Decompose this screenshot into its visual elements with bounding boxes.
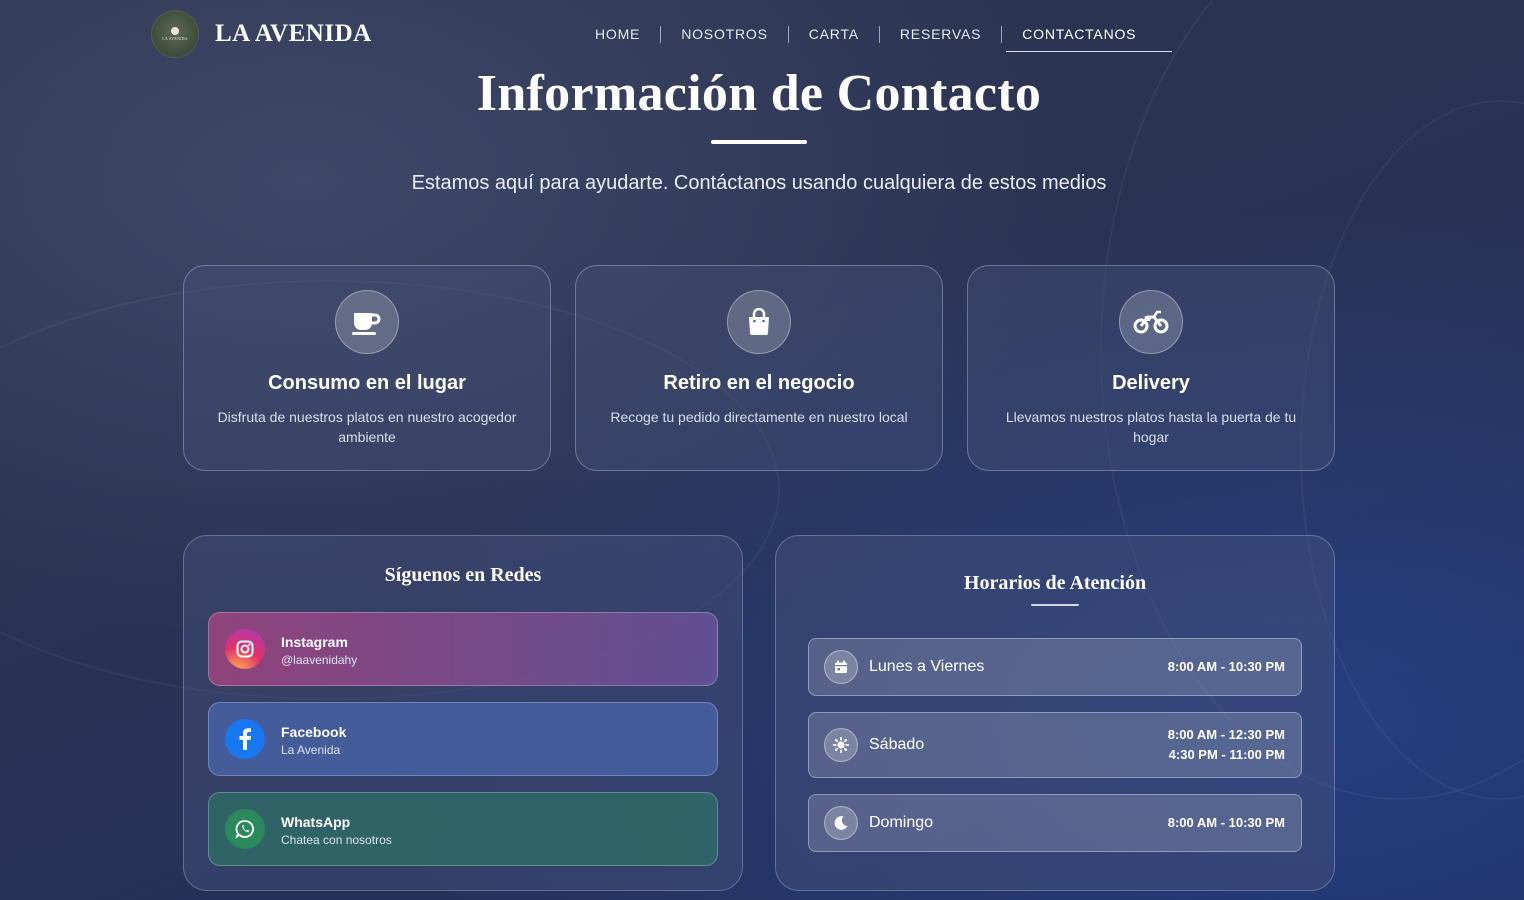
service-card-pickup: Retiro en el negocio Recoge tu pedido di…: [575, 265, 943, 471]
service-description: Recoge tu pedido directamente en nuestro…: [610, 409, 908, 425]
title-underline: [711, 140, 807, 144]
hours-time: 8:00 AM - 10:30 PM: [1167, 659, 1285, 674]
social-name: Facebook: [281, 724, 347, 740]
social-handle: @laavenidahy: [281, 653, 358, 667]
hours-row-weekdays: Lunes a Viernes 8:00 AM - 10:30 PM: [808, 638, 1302, 696]
nav-item-nosotros[interactable]: NOSOTROS: [661, 24, 788, 44]
hours-times: 8:00 AM - 12:30 PM 4:30 PM - 11:00 PM: [1168, 725, 1285, 765]
hours-title-underline: [1031, 604, 1079, 606]
service-title: Retiro en el negocio: [663, 372, 855, 394]
hours-panel: Horarios de Atención Lunes a Viernes 8:0…: [775, 535, 1335, 891]
shopping-bag-icon: [727, 290, 791, 354]
logo-emblem-icon: [171, 27, 179, 35]
logo[interactable]: LA AVENIDA: [151, 10, 199, 58]
service-description: Llevamos nuestros platos hasta la puerta…: [1005, 409, 1297, 445]
sun-icon: [824, 728, 858, 762]
logo-text: LA AVENIDA: [162, 36, 188, 41]
social-link-whatsapp[interactable]: WhatsApp Chatea con nosotros: [208, 792, 718, 866]
nav-menu: HOME NOSOTROS CARTA RESERVAS CONTACTANOS: [575, 24, 1173, 52]
hours-day: Sábado: [869, 736, 925, 753]
service-title: Consumo en el lugar: [268, 372, 466, 394]
page-subtitle: Estamos aquí para ayudarte. Contáctanos …: [411, 172, 1107, 194]
motorcycle-icon: [1119, 290, 1183, 354]
hours-time: 4:30 PM - 11:00 PM: [1168, 747, 1285, 762]
service-card-delivery: Delivery Llevamos nuestros platos hasta …: [967, 265, 1335, 471]
hours-day: Domingo: [869, 814, 934, 831]
nav-item-contactanos[interactable]: CONTACTANOS: [1002, 24, 1173, 52]
hours-title: Horarios de Atención: [963, 572, 1147, 594]
social-handle: La Avenida: [281, 743, 341, 757]
social-title: Síguenos en Redes: [384, 564, 542, 586]
hours-time: 8:00 AM - 12:30 PM: [1167, 727, 1285, 742]
service-card-dine-in: Consumo en el lugar Disfruta de nuestros…: [183, 265, 551, 471]
social-name: WhatsApp: [281, 814, 351, 830]
calendar-icon: [824, 650, 858, 684]
facebook-icon: [225, 719, 265, 759]
hours-row-sunday: Domingo 8:00 AM - 10:30 PM: [808, 794, 1302, 852]
moon-icon: [824, 806, 858, 840]
social-link-instagram[interactable]: Instagram @laavenidahy: [208, 612, 718, 686]
top-navigation: LA AVENIDA LA AVENIDA HOME NOSOTROS CART…: [0, 0, 1524, 70]
coffee-cup-icon: [335, 290, 399, 354]
social-link-facebook[interactable]: Facebook La Avenida: [208, 702, 718, 776]
nav-item-reservas[interactable]: RESERVAS: [880, 24, 1001, 44]
service-description: Disfruta de nuestros platos en nuestro a…: [217, 409, 517, 445]
instagram-icon: [225, 629, 265, 669]
social-panel: Síguenos en Redes Instagram @laavenidahy…: [183, 535, 743, 891]
hours-row-saturday: Sábado 8:00 AM - 12:30 PM 4:30 PM - 11:0…: [808, 712, 1302, 778]
hours-time: 8:00 AM - 10:30 PM: [1167, 815, 1285, 830]
hours-day: Lunes a Viernes: [869, 658, 985, 675]
social-name: Instagram: [281, 634, 348, 650]
service-title: Delivery: [1112, 372, 1190, 394]
page-title: Información de Contacto: [476, 65, 1042, 122]
whatsapp-icon: [225, 809, 265, 849]
nav-item-carta[interactable]: CARTA: [789, 24, 879, 44]
nav-item-home[interactable]: HOME: [575, 24, 660, 44]
social-handle: Chatea con nosotros: [281, 833, 392, 847]
brand-name[interactable]: LA AVENIDA: [215, 20, 372, 48]
